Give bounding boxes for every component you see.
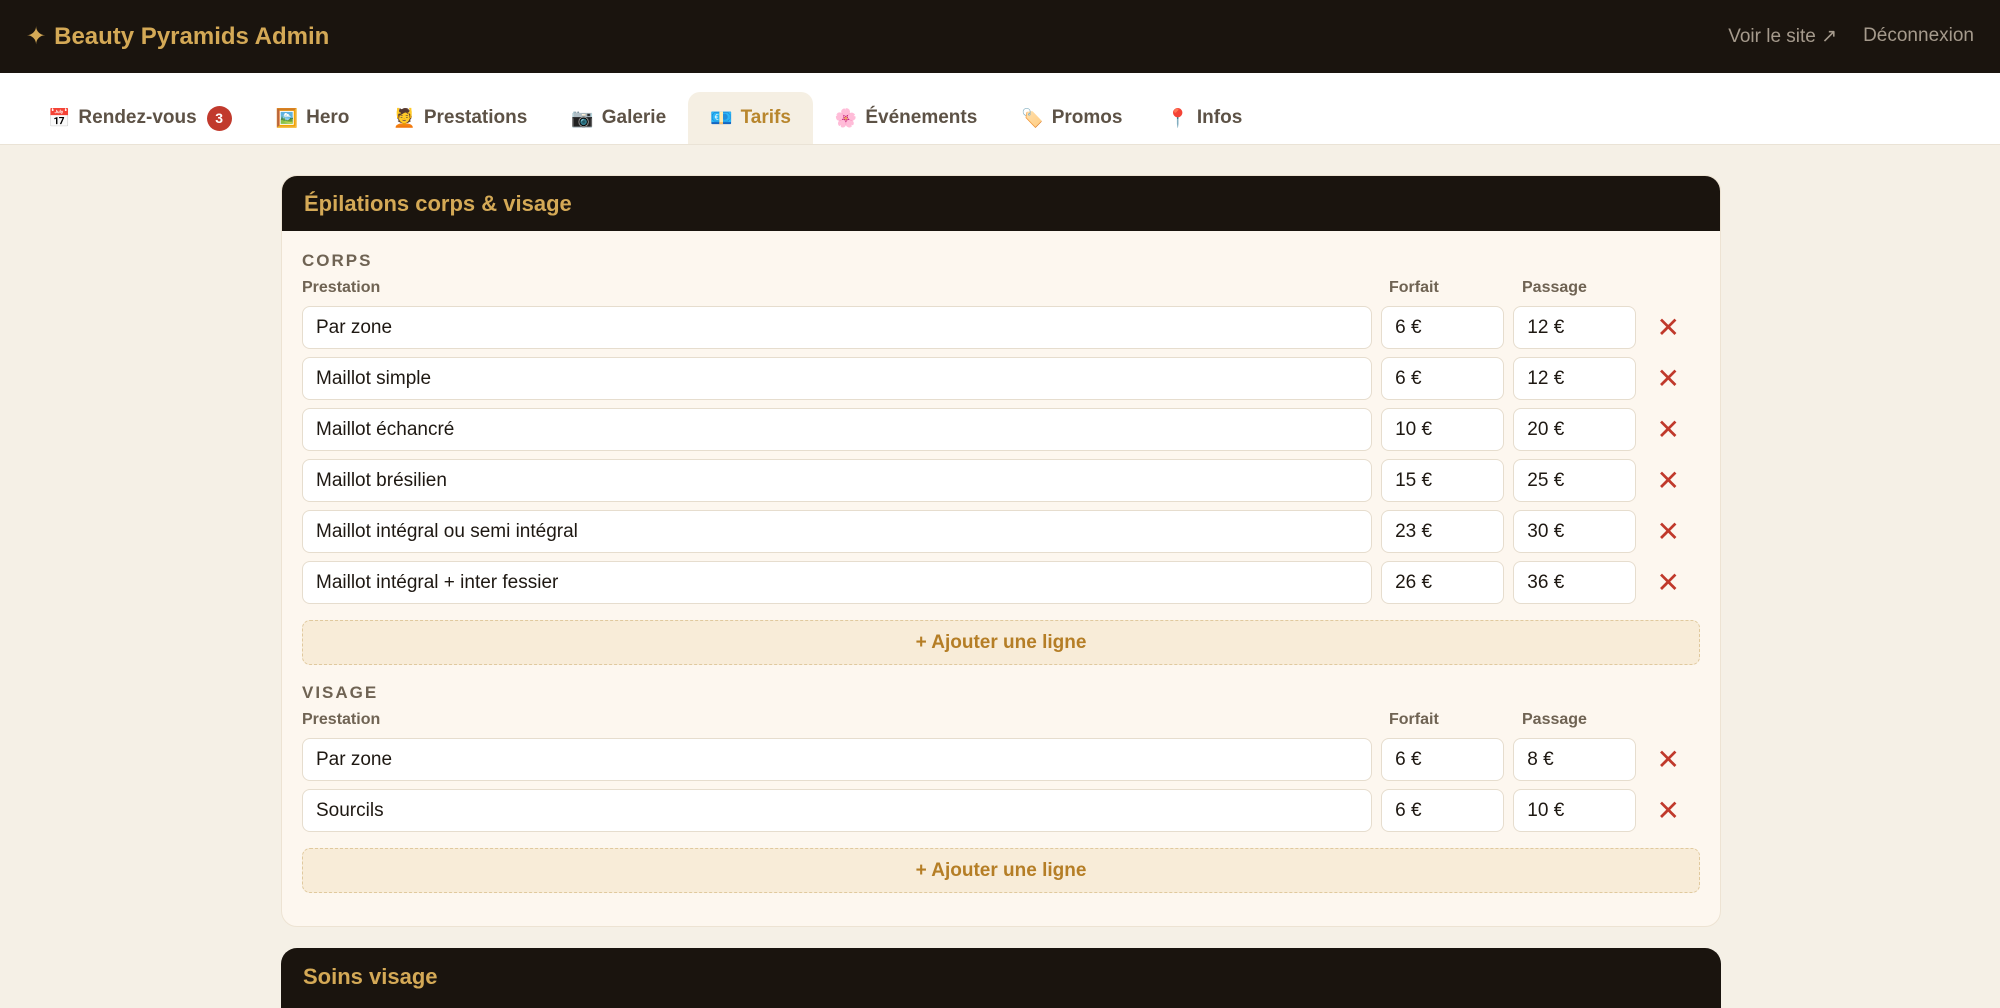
- col-passage: Passage: [1522, 710, 1587, 728]
- price-row: Sourcils 6 €10 € ✕: [302, 785, 1700, 836]
- tab-icon: 💆: [393, 107, 416, 128]
- passage-input[interactable]: 25 €: [1513, 459, 1637, 502]
- add-line-button[interactable]: + Ajouter une ligne: [302, 848, 1700, 893]
- tab-prestations[interactable]: 💆 Prestations: [371, 92, 549, 144]
- col-passage: Passage: [1522, 278, 1587, 296]
- tab-label: Promos: [1051, 107, 1123, 128]
- prestation-input[interactable]: Maillot intégral ou semi intégral: [302, 510, 1373, 553]
- price-row: Par zone 6 €8 € ✕: [302, 734, 1700, 785]
- forfait-input[interactable]: 26 €: [1381, 561, 1505, 604]
- price-row: Par zone 6 €12 € ✕: [302, 302, 1700, 353]
- card-title: Épilations corps & visage: [282, 176, 1720, 231]
- tab-label: Tarifs: [740, 107, 791, 128]
- tab-label: Rendez-vous: [78, 107, 197, 128]
- tab-hero[interactable]: 🖼️ Hero: [254, 92, 372, 144]
- price-row: Maillot échancré 10 €20 € ✕: [302, 404, 1700, 455]
- col-prestation: Prestation: [302, 278, 381, 296]
- tab-icon: 🏷️: [1021, 107, 1044, 128]
- tab-rendez-vous[interactable]: 📅 Rendez-vous 3: [26, 92, 254, 144]
- passage-input[interactable]: 10 €: [1513, 789, 1637, 832]
- delete-row-icon[interactable]: ✕: [1636, 510, 1700, 553]
- delete-row-icon[interactable]: ✕: [1636, 459, 1700, 502]
- delete-row-icon[interactable]: ✕: [1636, 357, 1700, 400]
- delete-row-icon[interactable]: ✕: [1636, 789, 1700, 832]
- tab-promos[interactable]: 🏷️ Promos: [999, 92, 1144, 144]
- column-headers: Prestation Forfait Passage: [302, 273, 1700, 302]
- prestation-input[interactable]: Par zone: [302, 738, 1373, 781]
- passage-input[interactable]: 8 €: [1513, 738, 1637, 781]
- forfait-input[interactable]: 6 €: [1381, 789, 1505, 832]
- prestation-input[interactable]: Maillot échancré: [302, 408, 1373, 451]
- col-forfait: Forfait: [1389, 278, 1439, 296]
- count-badge: 3: [206, 105, 232, 131]
- tab-bar: 📅 Rendez-vous 3 🖼️ Hero 💆 Prestations 📷 Galerie 💶…: [0, 73, 2000, 145]
- tab-icon: 📷: [571, 107, 594, 128]
- tab-icon: 📍: [1166, 107, 1189, 128]
- forfait-input[interactable]: 6 €: [1381, 306, 1505, 349]
- delete-row-icon[interactable]: ✕: [1636, 306, 1700, 349]
- forfait-input[interactable]: 6 €: [1381, 738, 1505, 781]
- tab-infos[interactable]: 📍 Infos: [1144, 92, 1264, 144]
- prestation-input[interactable]: Par zone: [302, 306, 1373, 349]
- tab-label: Événements: [865, 107, 978, 128]
- tab-label: Hero: [306, 107, 350, 128]
- pricing-card-epilations: Épilations corps & visage CORPS Prestatio…: [281, 175, 1721, 927]
- sparkle-icon: ✦: [26, 23, 47, 50]
- price-row: Maillot brésilien 15 €25 € ✕: [302, 455, 1700, 506]
- section-title: VISAGE: [302, 683, 379, 702]
- add-line-button[interactable]: + Ajouter une ligne: [302, 620, 1700, 665]
- section-title: CORPS: [302, 251, 373, 270]
- delete-row-icon[interactable]: ✕: [1636, 738, 1700, 781]
- brand-title: Beauty Pyramids Admin: [54, 22, 330, 50]
- price-row: Maillot intégral ou semi intégral 23 €30 …: [302, 506, 1700, 557]
- passage-input[interactable]: 12 €: [1513, 357, 1637, 400]
- prestation-input[interactable]: Maillot brésilien: [302, 459, 1373, 502]
- price-row: Maillot intégral + inter fessier 26 €36 €…: [302, 557, 1700, 608]
- tab-icon: 🌸: [834, 107, 858, 128]
- top-links: Voir le site ↗ Déconnexion: [1728, 25, 1974, 48]
- top-bar: ✦ Beauty Pyramids Admin Voir le site ↗ D…: [0, 0, 2000, 73]
- price-row: Maillot simple 6 €12 € ✕: [302, 353, 1700, 404]
- tab-galerie[interactable]: 📷 Galerie: [549, 92, 688, 144]
- tab-label: Prestations: [423, 107, 528, 128]
- prestation-input[interactable]: Maillot simple: [302, 357, 1373, 400]
- passage-input[interactable]: 12 €: [1513, 306, 1637, 349]
- tab-evenements[interactable]: 🌸 Événements: [813, 92, 999, 144]
- tab-icon: 💶: [710, 107, 733, 128]
- col-prestation: Prestation: [302, 710, 381, 728]
- pricing-card-next: Soins visage: [281, 948, 1721, 1008]
- delete-row-icon[interactable]: ✕: [1636, 561, 1700, 604]
- forfait-input[interactable]: 15 €: [1381, 459, 1505, 502]
- logout-link[interactable]: Déconnexion: [1863, 25, 1974, 48]
- forfait-input[interactable]: 6 €: [1381, 357, 1505, 400]
- passage-input[interactable]: 20 €: [1513, 408, 1637, 451]
- brand: ✦ Beauty Pyramids Admin: [26, 22, 329, 51]
- passage-input[interactable]: 36 €: [1513, 561, 1637, 604]
- passage-input[interactable]: 30 €: [1513, 510, 1637, 553]
- tab-tarifs[interactable]: 💶 Tarifs: [688, 92, 813, 144]
- tab-label: Infos: [1196, 107, 1243, 128]
- forfait-input[interactable]: 10 €: [1381, 408, 1505, 451]
- tab-icon: 🖼️: [275, 107, 299, 128]
- prestation-input[interactable]: Sourcils: [302, 789, 1373, 832]
- forfait-input[interactable]: 23 €: [1381, 510, 1505, 553]
- card-body: CORPS Prestation Forfait Passage Par zone 6 €…: [282, 231, 1720, 893]
- tab-icon: 📅: [48, 107, 71, 128]
- prestation-input[interactable]: Maillot intégral + inter fessier: [302, 561, 1373, 604]
- view-site-link[interactable]: Voir le site ↗: [1728, 25, 1837, 48]
- col-forfait: Forfait: [1389, 710, 1439, 728]
- column-headers: Prestation Forfait Passage: [302, 705, 1700, 734]
- card-title-next: Soins visage: [303, 964, 438, 989]
- delete-row-icon[interactable]: ✕: [1636, 408, 1700, 451]
- tab-label: Galerie: [601, 107, 667, 128]
